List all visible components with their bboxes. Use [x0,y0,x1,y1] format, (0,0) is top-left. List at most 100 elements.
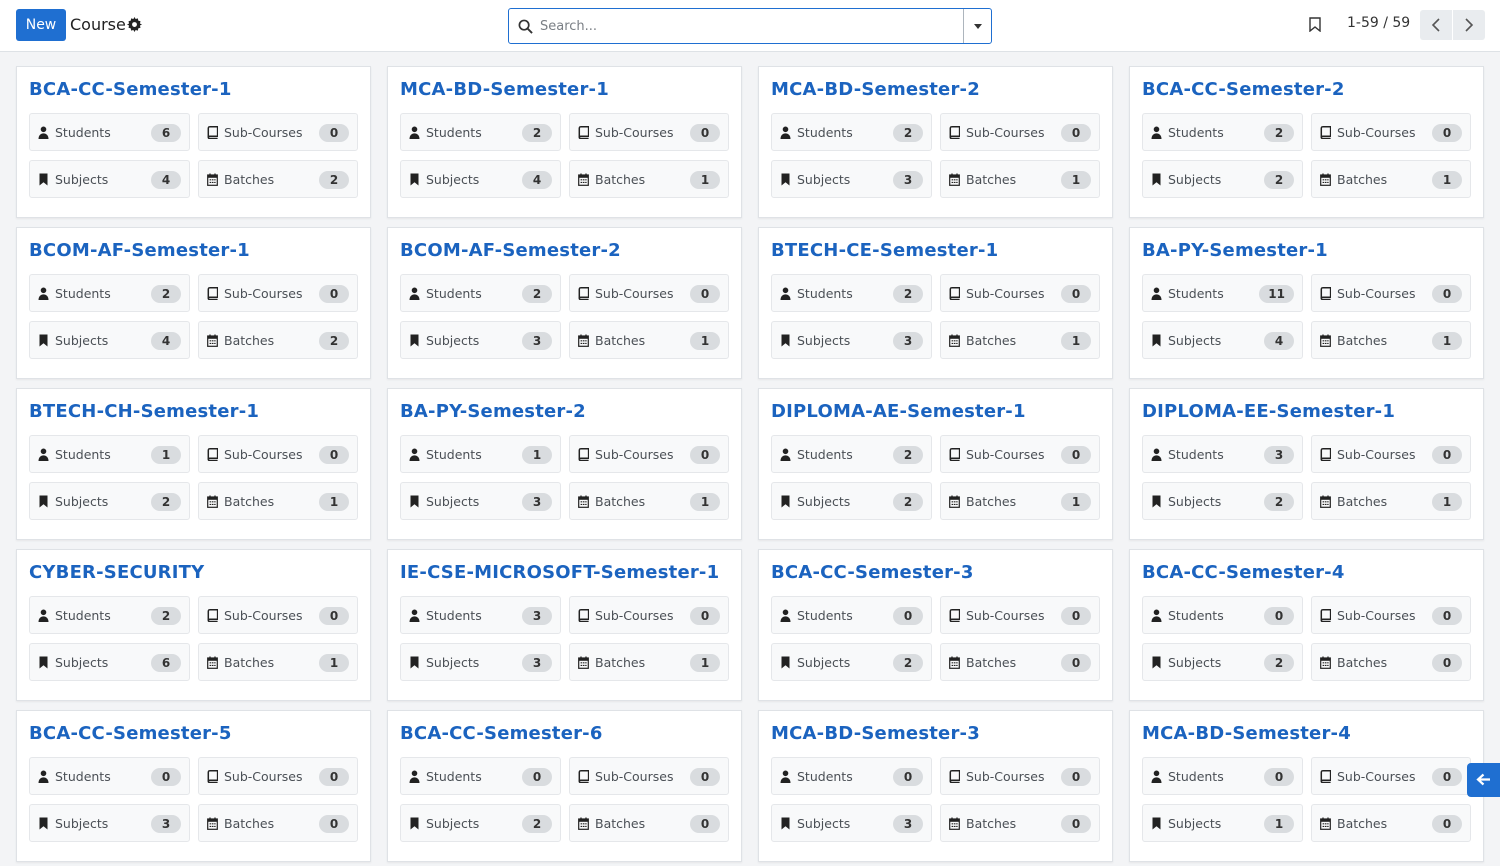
stat-subjects-button[interactable]: Subjects 4 [400,160,561,198]
stat-subjects-button[interactable]: Subjects 2 [771,643,932,681]
stat-batches-button[interactable]: Batches 2 [198,321,358,359]
stat-subcourses-button[interactable]: Sub-Courses 0 [569,274,729,312]
stat-batches-button[interactable]: Batches 2 [198,160,358,198]
stat-students-button[interactable]: Students 3 [400,596,561,634]
course-title[interactable]: CYBER-SECURITY [29,562,358,584]
stat-subcourses-button[interactable]: Sub-Courses 0 [569,757,729,795]
stat-batches-button[interactable]: Batches 1 [940,321,1100,359]
course-title[interactable]: BTECH-CE-Semester-1 [771,240,1100,262]
stat-subcourses-button[interactable]: Sub-Courses 0 [940,113,1100,151]
gear-icon[interactable] [127,17,142,32]
stat-subcourses-button[interactable]: Sub-Courses 0 [198,435,358,473]
stat-batches-button[interactable]: Batches 0 [569,804,729,842]
course-card[interactable]: BTECH-CH-Semester-1 Students 1 Sub-Courses 0… [16,388,371,540]
pager-value[interactable]: 1-59 / 59 [1347,15,1410,31]
course-card[interactable]: BCA-CC-Semester-3 Students 0 Sub-Courses 0 Su… [758,549,1113,701]
stat-students-button[interactable]: Students 2 [771,435,932,473]
stat-batches-button[interactable]: Batches 0 [940,804,1100,842]
stat-subjects-button[interactable]: Subjects 3 [400,643,561,681]
pager-next-button[interactable] [1453,10,1485,40]
stat-subjects-button[interactable]: Subjects 2 [1142,643,1303,681]
stat-batches-button[interactable]: Batches 0 [940,643,1100,681]
course-card[interactable]: BCA-CC-Semester-4 Students 0 Sub-Courses 0 Su… [1129,549,1484,701]
sidebar-toggle-button[interactable] [1467,763,1500,797]
stat-subcourses-button[interactable]: Sub-Courses 0 [198,757,358,795]
course-card[interactable]: BTECH-CE-Semester-1 Students 2 Sub-Courses 0… [758,227,1113,379]
course-card[interactable]: IE-CSE-MICROSOFT-Semester-1 Students 3 Sub-… [387,549,742,701]
new-button[interactable]: New [16,9,66,41]
stat-subjects-button[interactable]: Subjects 4 [1142,321,1303,359]
stat-subcourses-button[interactable]: Sub-Courses 0 [940,435,1100,473]
stat-batches-button[interactable]: Batches 1 [940,160,1100,198]
course-card[interactable]: BCOM-AF-Semester-1 Students 2 Sub-Courses 0 S… [16,227,371,379]
stat-batches-button[interactable]: Batches 1 [569,321,729,359]
course-title[interactable]: BTECH-CH-Semester-1 [29,401,358,423]
course-title[interactable]: BA-PY-Semester-1 [1142,240,1471,262]
stat-batches-button[interactable]: Batches 1 [198,482,358,520]
stat-subjects-button[interactable]: Subjects 6 [29,643,190,681]
stat-students-button[interactable]: Students 11 [1142,274,1303,312]
stat-subjects-button[interactable]: Subjects 3 [29,804,190,842]
stat-subcourses-button[interactable]: Sub-Courses 0 [1311,274,1471,312]
stat-students-button[interactable]: Students 2 [29,274,190,312]
stat-subcourses-button[interactable]: Sub-Courses 0 [1311,757,1471,795]
stat-students-button[interactable]: Students 2 [771,274,932,312]
course-title[interactable]: BCA-CC-Semester-6 [400,723,729,745]
stat-students-button[interactable]: Students 2 [29,596,190,634]
stat-subcourses-button[interactable]: Sub-Courses 0 [1311,113,1471,151]
stat-batches-button[interactable]: Batches 1 [1311,321,1471,359]
stat-students-button[interactable]: Students 2 [400,113,561,151]
pager-previous-button[interactable] [1420,10,1452,40]
course-title[interactable]: MCA-BD-Semester-3 [771,723,1100,745]
stat-subcourses-button[interactable]: Sub-Courses 0 [940,596,1100,634]
stat-students-button[interactable]: Students 1 [29,435,190,473]
course-title[interactable]: BCOM-AF-Semester-1 [29,240,358,262]
course-title[interactable]: BCA-CC-Semester-4 [1142,562,1471,584]
stat-batches-button[interactable]: Batches 0 [1311,804,1471,842]
stat-students-button[interactable]: Students 0 [29,757,190,795]
stat-students-button[interactable]: Students 0 [771,757,932,795]
stat-subjects-button[interactable]: Subjects 2 [400,804,561,842]
course-card[interactable]: MCA-BD-Semester-3 Students 0 Sub-Courses 0 Su… [758,710,1113,862]
stat-batches-button[interactable]: Batches 1 [1311,160,1471,198]
stat-subjects-button[interactable]: Subjects 4 [29,160,190,198]
stat-students-button[interactable]: Students 0 [771,596,932,634]
course-card[interactable]: MCA-BD-Semester-2 Students 2 Sub-Courses 0 Su… [758,66,1113,218]
stat-subjects-button[interactable]: Subjects 3 [400,482,561,520]
stat-batches-button[interactable]: Batches 1 [1311,482,1471,520]
stat-subcourses-button[interactable]: Sub-Courses 0 [940,757,1100,795]
stat-subcourses-button[interactable]: Sub-Courses 0 [940,274,1100,312]
stat-subcourses-button[interactable]: Sub-Courses 0 [198,113,358,151]
stat-subjects-button[interactable]: Subjects 3 [771,804,932,842]
course-card[interactable]: BA-PY-Semester-1 Students 11 Sub-Courses 0 Su… [1129,227,1484,379]
stat-subjects-button[interactable]: Subjects 4 [29,321,190,359]
course-card[interactable]: BCA-CC-Semester-2 Students 2 Sub-Courses 0 Su… [1129,66,1484,218]
stat-batches-button[interactable]: Batches 1 [569,482,729,520]
stat-batches-button[interactable]: Batches 1 [198,643,358,681]
course-title[interactable]: DIPLOMA-EE-Semester-1 [1142,401,1471,423]
bookmark-icon[interactable] [1309,17,1321,32]
stat-subcourses-button[interactable]: Sub-Courses 0 [1311,596,1471,634]
course-card[interactable]: MCA-BD-Semester-4 Students 0 Sub-Courses 0 Su… [1129,710,1484,862]
course-title[interactable]: BCA-CC-Semester-5 [29,723,358,745]
stat-subjects-button[interactable]: Subjects 3 [771,160,932,198]
stat-subcourses-button[interactable]: Sub-Courses 0 [1311,435,1471,473]
course-title[interactable]: MCA-BD-Semester-4 [1142,723,1471,745]
stat-students-button[interactable]: Students 6 [29,113,190,151]
stat-subcourses-button[interactable]: Sub-Courses 0 [569,596,729,634]
course-title[interactable]: BCA-CC-Semester-3 [771,562,1100,584]
stat-subjects-button[interactable]: Subjects 2 [771,482,932,520]
course-card[interactable]: BCA-CC-Semester-5 Students 0 Sub-Courses 0 Su… [16,710,371,862]
course-card[interactable]: BCA-CC-Semester-6 Students 0 Sub-Courses 0 Su… [387,710,742,862]
stat-subjects-button[interactable]: Subjects 1 [1142,804,1303,842]
course-title[interactable]: BCA-CC-Semester-1 [29,79,358,101]
stat-students-button[interactable]: Students 0 [1142,596,1303,634]
search-input[interactable] [540,15,960,37]
search-options-toggle[interactable] [963,9,991,43]
stat-students-button[interactable]: Students 1 [400,435,561,473]
stat-students-button[interactable]: Students 2 [400,274,561,312]
stat-batches-button[interactable]: Batches 1 [569,643,729,681]
stat-subcourses-button[interactable]: Sub-Courses 0 [198,274,358,312]
stat-batches-button[interactable]: Batches 0 [1311,643,1471,681]
course-title[interactable]: BCOM-AF-Semester-2 [400,240,729,262]
